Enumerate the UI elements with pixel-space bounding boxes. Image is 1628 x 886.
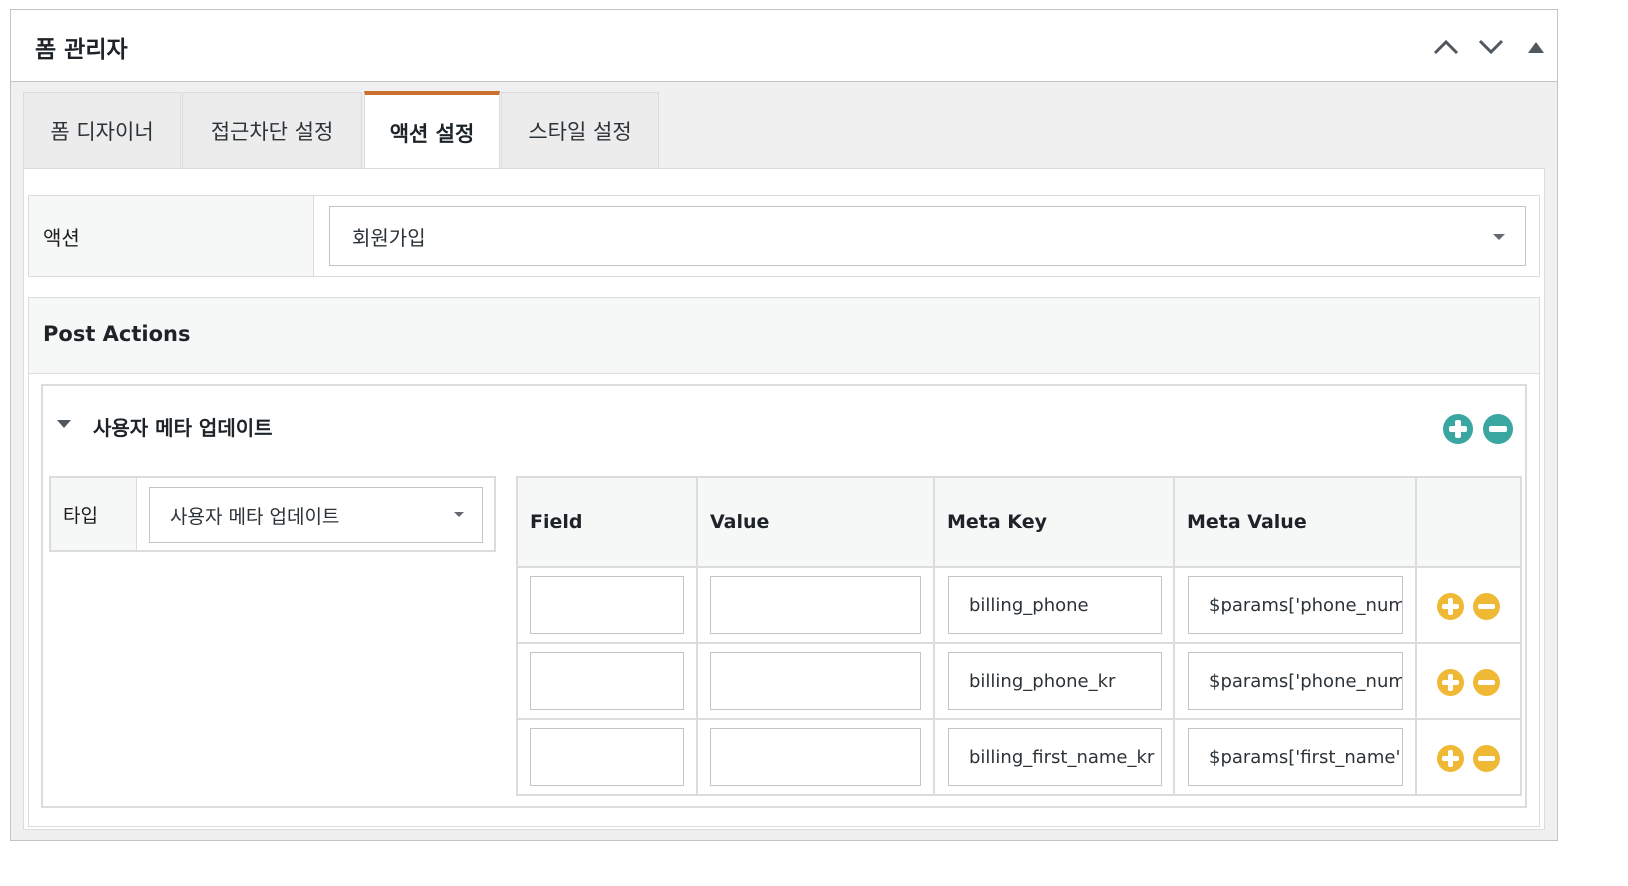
type-select[interactable]: 사용자 메타 업데이트 (149, 487, 483, 543)
meta-key-input[interactable]: billing_phone_kr (948, 652, 1162, 710)
add-row-button[interactable] (1437, 669, 1464, 696)
plus-icon-bar (1448, 750, 1453, 767)
collapse-toggle-icon[interactable] (57, 420, 71, 428)
triangle-up-icon (1528, 42, 1544, 53)
action-label: 액션 (29, 196, 314, 276)
table-cell: billing_phone (935, 568, 1175, 644)
meta-value-input[interactable]: $params['phone_num (1188, 652, 1403, 710)
meta-value-input[interactable]: $params['phone_num (1188, 576, 1403, 634)
tab-content: 액션 회원가입 Post Actions 사용자 메타 업데이트 타입 사용자 … (23, 168, 1545, 830)
table-cell (698, 720, 935, 796)
add-action-button[interactable] (1443, 414, 1473, 444)
meta-value-input[interactable]: $params['first_name'] (1188, 728, 1403, 786)
row-actions-cell (1417, 568, 1520, 644)
action-row: 액션 회원가입 (28, 195, 1540, 277)
plus-icon-bar (1448, 674, 1453, 691)
type-row: 타입 사용자 메타 업데이트 (49, 476, 496, 552)
field-input[interactable] (530, 576, 684, 634)
table-row (518, 644, 698, 720)
minus-circle-icon (1478, 604, 1495, 609)
tab-access-block[interactable]: 접근차단 설정 (182, 92, 362, 169)
remove-action-button[interactable] (1483, 414, 1513, 444)
value-input[interactable] (710, 652, 921, 710)
table-cell: $params['first_name'] (1175, 720, 1417, 796)
plus-icon-bar (1448, 598, 1453, 615)
action-select[interactable]: 회원가입 (329, 206, 1526, 266)
table-cell (698, 644, 935, 720)
table-cell: billing_phone_kr (935, 644, 1175, 720)
column-header-actions (1417, 478, 1520, 568)
table-cell: billing_first_name_kr (935, 720, 1175, 796)
minus-circle-icon (1478, 756, 1495, 761)
post-actions-title: Post Actions (43, 322, 191, 346)
caret-down-icon (1493, 234, 1505, 240)
column-header-meta-value: Meta Value (1175, 478, 1417, 568)
meta-key-input[interactable]: billing_first_name_kr (948, 728, 1162, 786)
post-action-item-title: 사용자 메타 업데이트 (93, 416, 273, 440)
column-header-value: Value (698, 478, 935, 568)
table-row (518, 720, 698, 796)
panel-header: 폼 관리자 (11, 10, 1557, 82)
minus-circle-icon (1478, 680, 1495, 685)
plus-icon-bar (1455, 420, 1461, 438)
row-actions-cell (1417, 644, 1520, 720)
collapse-panel-button[interactable] (1521, 32, 1551, 62)
tab-action-settings[interactable]: 액션 설정 (364, 91, 500, 170)
tab-form-designer[interactable]: 폼 디자이너 (23, 92, 181, 169)
meta-key-input[interactable]: billing_phone (948, 576, 1162, 634)
remove-row-button[interactable] (1473, 745, 1500, 772)
table-cell (698, 568, 935, 644)
action-select-value: 회원가입 (352, 225, 426, 250)
type-select-value: 사용자 메타 업데이트 (170, 505, 340, 528)
table-cell: $params['phone_num (1175, 568, 1417, 644)
type-label: 타입 (51, 478, 137, 550)
form-manager-panel: 폼 관리자 폼 디자이너 접근차단 설정 액션 설정 스타일 설정 액션 회원가… (10, 9, 1558, 841)
post-actions-header: Post Actions (29, 298, 1539, 374)
remove-row-button[interactable] (1473, 593, 1500, 620)
panel-title: 폼 관리자 (35, 37, 128, 63)
column-header-meta-key: Meta Key (935, 478, 1175, 568)
remove-row-button[interactable] (1473, 669, 1500, 696)
caret-down-icon (454, 512, 464, 517)
column-header-field: Field (518, 478, 698, 568)
post-action-item: 사용자 메타 업데이트 타입 사용자 메타 업데이트 Field Value M… (41, 384, 1527, 808)
field-input[interactable] (530, 728, 684, 786)
move-down-button[interactable] (1476, 32, 1506, 62)
add-row-button[interactable] (1437, 745, 1464, 772)
meta-table: Field Value Meta Key Meta Value billing_… (516, 476, 1522, 796)
post-actions-box: Post Actions 사용자 메타 업데이트 타입 사용자 메타 업데이트 (28, 297, 1540, 827)
table-row (518, 568, 698, 644)
value-input[interactable] (710, 576, 921, 634)
tab-style-settings[interactable]: 스타일 설정 (501, 92, 659, 169)
table-cell: $params['phone_num (1175, 644, 1417, 720)
minus-circle-icon (1489, 426, 1507, 432)
row-actions-cell (1417, 720, 1520, 796)
field-input[interactable] (530, 652, 684, 710)
move-up-button[interactable] (1431, 32, 1461, 62)
value-input[interactable] (710, 728, 921, 786)
chevron-down-icon (1478, 39, 1504, 55)
chevron-up-icon (1433, 39, 1459, 55)
add-row-button[interactable] (1437, 593, 1464, 620)
